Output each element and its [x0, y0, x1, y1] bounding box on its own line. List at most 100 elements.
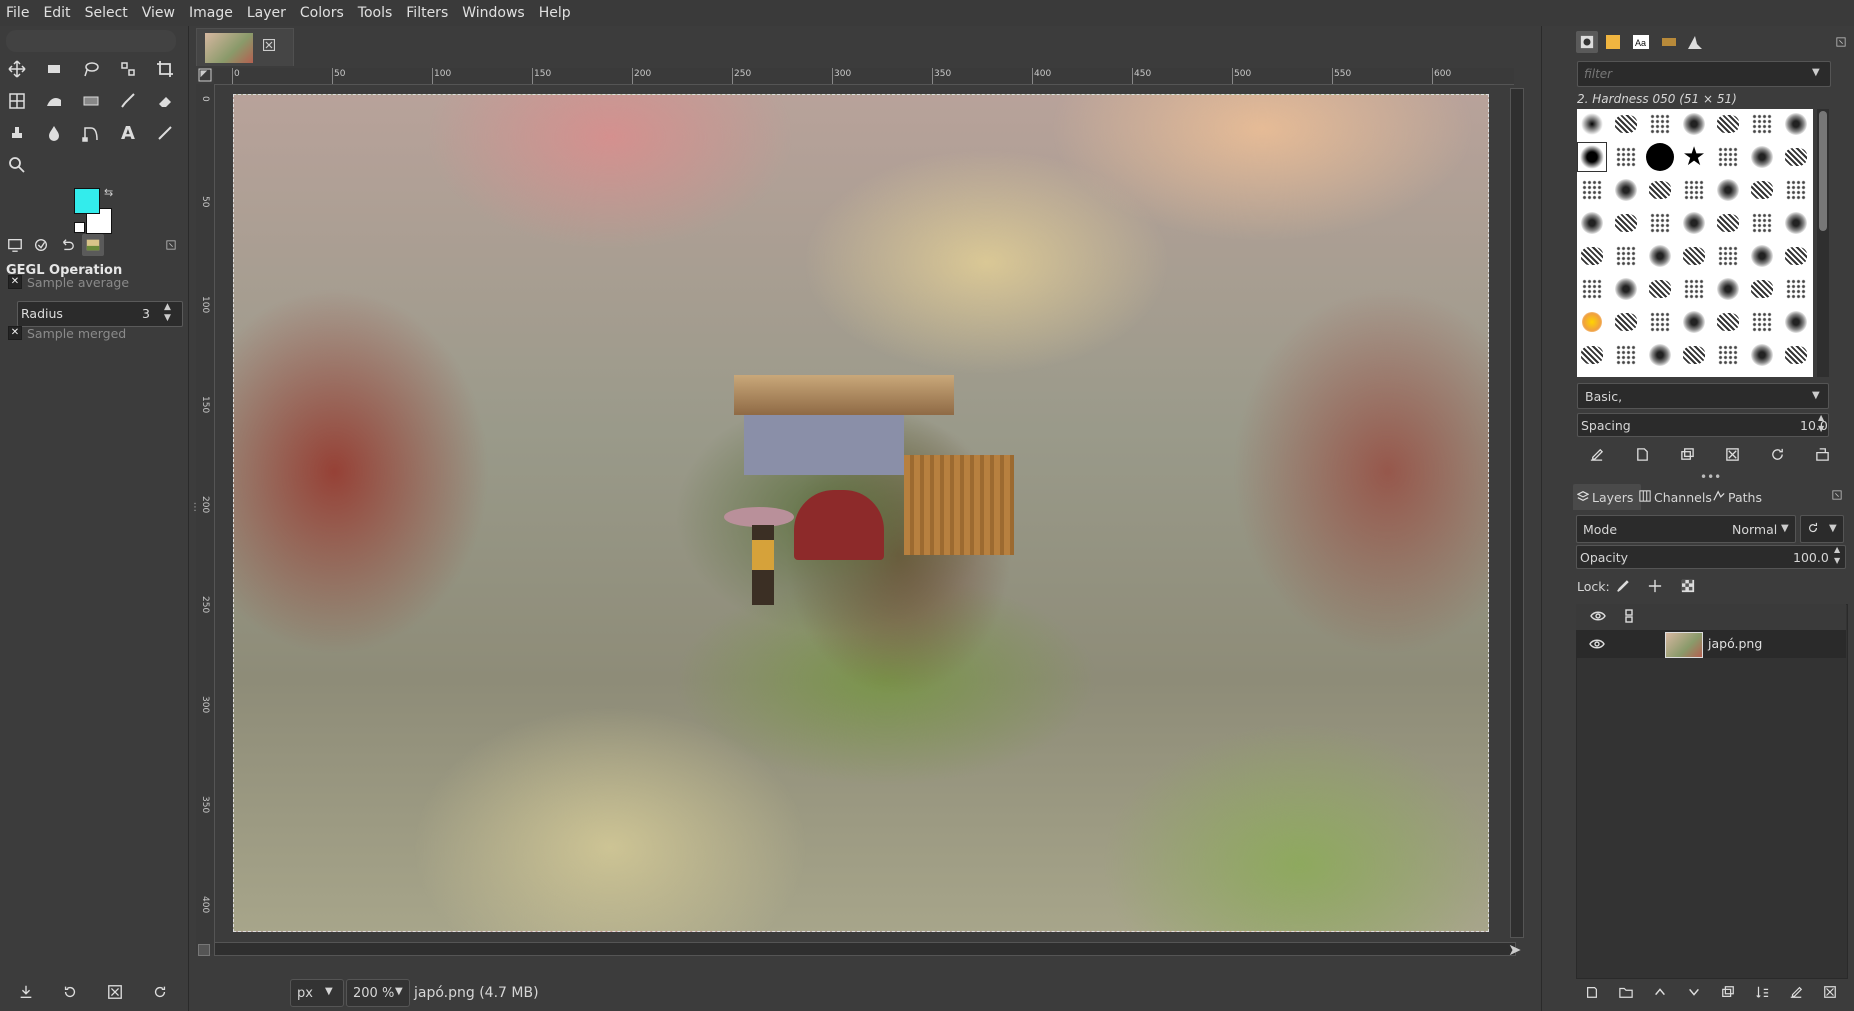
menu-filters[interactable]: Filters: [400, 0, 456, 26]
radius-value[interactable]: 3: [142, 306, 150, 321]
brush-thumbnail[interactable]: [1612, 209, 1640, 237]
brush-thumbnail[interactable]: [1782, 110, 1810, 138]
toggle-quick-mask-icon[interactable]: [198, 944, 210, 956]
opacity-value[interactable]: 100.0: [1793, 550, 1829, 565]
unified-transform-icon[interactable]: [4, 88, 30, 114]
menu-windows[interactable]: Windows: [456, 0, 533, 26]
brush-thumbnail[interactable]: [1680, 341, 1708, 369]
edit-brush-icon[interactable]: [1584, 442, 1608, 466]
lock-pixels-icon[interactable]: [1611, 574, 1635, 598]
tab-channels[interactable]: Channels: [1635, 484, 1713, 510]
menu-layer[interactable]: Layer: [241, 0, 294, 26]
foreground-color-swatch[interactable]: [74, 188, 100, 214]
swap-colors-icon[interactable]: ⇆: [104, 186, 113, 199]
duplicate-layer-icon[interactable]: [1716, 980, 1740, 1004]
layer-list[interactable]: [1576, 604, 1848, 979]
configure-tab-icon[interactable]: [1832, 489, 1842, 504]
brush-grid[interactable]: ★: [1577, 109, 1813, 377]
scrollbar-thumb[interactable]: [1819, 111, 1827, 231]
brush-thumbnail[interactable]: [1612, 275, 1640, 303]
navigate-icon[interactable]: ➤: [1508, 940, 1521, 959]
image-tab[interactable]: [196, 28, 294, 68]
brush-thumbnail[interactable]: [1714, 209, 1742, 237]
layer-name[interactable]: japó.png: [1708, 636, 1762, 651]
menu-image[interactable]: Image: [183, 0, 241, 26]
spin-up-icon[interactable]: ▲: [164, 302, 171, 312]
brush-thumbnail[interactable]: [1646, 275, 1674, 303]
horizontal-scrollbar[interactable]: [214, 942, 1516, 956]
tab-paths[interactable]: Paths: [1709, 484, 1773, 510]
menu-select[interactable]: Select: [79, 0, 136, 26]
color-picker-icon[interactable]: [152, 120, 178, 146]
brush-thumbnail[interactable]: [1714, 275, 1742, 303]
brush-thumbnail[interactable]: [1748, 242, 1776, 270]
device-status-tab-icon[interactable]: [30, 234, 52, 256]
eraser-icon[interactable]: [152, 88, 178, 114]
tab-layers[interactable]: Layers: [1573, 484, 1641, 510]
histogram-tab-icon[interactable]: [1684, 31, 1706, 53]
composite-mode-select[interactable]: ▼: [1800, 515, 1844, 543]
images-tab-icon[interactable]: [82, 234, 104, 256]
brush-thumbnail[interactable]: [1578, 242, 1606, 270]
brush-thumbnail[interactable]: [1612, 341, 1640, 369]
menu-view[interactable]: View: [136, 0, 183, 26]
menu-edit[interactable]: Edit: [37, 0, 78, 26]
brush-thumbnail[interactable]: [1714, 143, 1742, 171]
brush-thumbnail[interactable]: [1577, 142, 1607, 172]
brush-thumbnail[interactable]: [1782, 275, 1810, 303]
zoom-select[interactable]: 200 % ▼: [346, 979, 410, 1007]
vertical-ruler[interactable]: 0 50 100 150 200 250 300 350 400: [196, 84, 215, 954]
brush-filter-input[interactable]: filter ▼: [1577, 61, 1831, 87]
dock-resize-handle[interactable]: ⋮: [190, 503, 200, 525]
fonts-tab-icon[interactable]: Aa: [1630, 31, 1652, 53]
zoom-icon[interactable]: [4, 152, 30, 178]
crop-icon[interactable]: [152, 56, 178, 82]
brush-thumbnail[interactable]: [1782, 242, 1810, 270]
brush-thumbnail[interactable]: [1646, 341, 1674, 369]
brush-thumbnail[interactable]: [1578, 209, 1606, 237]
quick-mask-corner-icon[interactable]: [198, 68, 212, 82]
new-brush-icon[interactable]: [1630, 442, 1654, 466]
spin-down-icon[interactable]: ▼: [1818, 424, 1824, 433]
brush-thumbnail[interactable]: [1578, 176, 1606, 204]
brush-thumbnail[interactable]: [1714, 308, 1742, 336]
spin-up-icon[interactable]: ▲: [1818, 413, 1824, 422]
delete-layer-icon[interactable]: [1818, 980, 1842, 1004]
brush-thumbnail[interactable]: [1680, 110, 1708, 138]
brush-thumbnail[interactable]: [1748, 308, 1776, 336]
brush-thumbnail[interactable]: [1646, 176, 1674, 204]
brush-thumbnail[interactable]: [1782, 176, 1810, 204]
horizontal-ruler[interactable]: 0 50 100 150 200 250 300 350 400 450 500 550 600: [214, 68, 1514, 85]
delete-tool-preset-icon[interactable]: [103, 980, 127, 1004]
brush-thumbnail[interactable]: [1748, 209, 1776, 237]
brush-thumbnail[interactable]: [1748, 110, 1776, 138]
rect-select-icon[interactable]: [41, 56, 67, 82]
brush-thumbnail[interactable]: [1680, 209, 1708, 237]
brush-thumbnail[interactable]: [1782, 308, 1810, 336]
brush-thumbnail[interactable]: [1748, 176, 1776, 204]
patterns-tab-icon[interactable]: [1602, 31, 1624, 53]
brush-thumbnail[interactable]: [1578, 308, 1606, 336]
warp-icon[interactable]: [41, 88, 67, 114]
lower-layer-icon[interactable]: [1682, 980, 1706, 1004]
brush-thumbnail[interactable]: [1680, 275, 1708, 303]
configure-tab-icon[interactable]: [164, 234, 178, 256]
brush-thumbnail[interactable]: [1646, 110, 1674, 138]
image-canvas[interactable]: [233, 94, 1489, 932]
paintbrush-icon[interactable]: [115, 88, 141, 114]
vertical-scrollbar[interactable]: [1510, 88, 1524, 938]
chevron-down-icon[interactable]: ▼: [1812, 67, 1820, 78]
lock-alpha-icon[interactable]: [1676, 574, 1700, 598]
brush-thumbnail[interactable]: [1714, 110, 1742, 138]
brush-thumbnail[interactable]: [1578, 110, 1606, 138]
refresh-brushes-icon[interactable]: [1765, 442, 1789, 466]
spin-down-icon[interactable]: ▼: [1834, 556, 1840, 565]
lasso-icon[interactable]: [78, 56, 104, 82]
brush-thumbnail[interactable]: [1680, 308, 1708, 336]
raise-layer-icon[interactable]: [1648, 980, 1672, 1004]
brush-thumbnail[interactable]: [1612, 308, 1640, 336]
move-tool-icon[interactable]: [4, 56, 30, 82]
menu-help[interactable]: Help: [533, 0, 579, 26]
sample-average-checkbox[interactable]: ✕: [8, 275, 22, 289]
brush-scrollbar[interactable]: [1817, 109, 1829, 377]
